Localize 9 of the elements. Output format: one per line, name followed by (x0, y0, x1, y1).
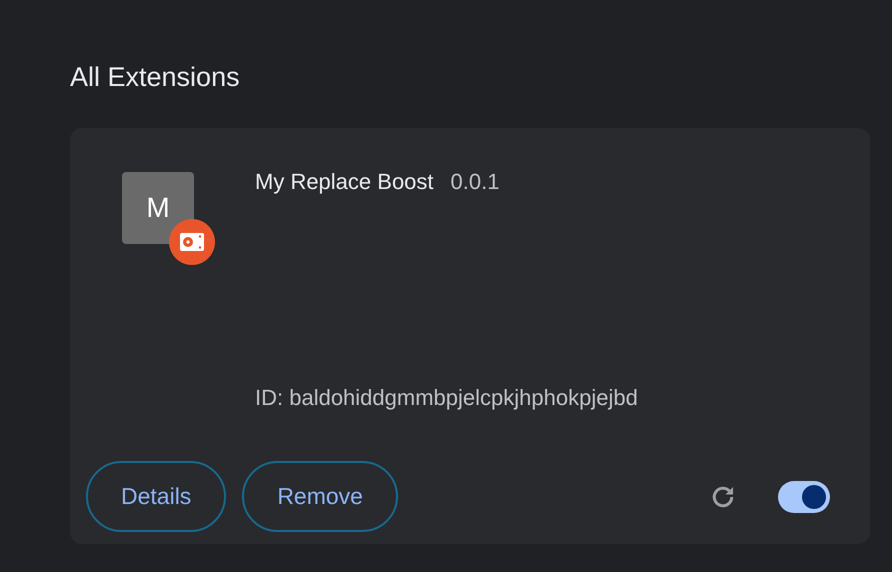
enable-toggle[interactable] (778, 480, 830, 512)
icon-letter: M (146, 192, 170, 224)
remove-button[interactable]: Remove (242, 461, 398, 532)
section-heading: All Extensions (70, 61, 240, 93)
extension-name: My Replace Boost (255, 168, 434, 196)
extension-id: ID: baldohiddgmmbpjelcpkjhphokpjejbd (255, 384, 638, 412)
extension-version: 0.0.1 (450, 168, 500, 196)
details-button[interactable]: Details (86, 461, 226, 532)
disk-badge-icon (169, 219, 215, 265)
